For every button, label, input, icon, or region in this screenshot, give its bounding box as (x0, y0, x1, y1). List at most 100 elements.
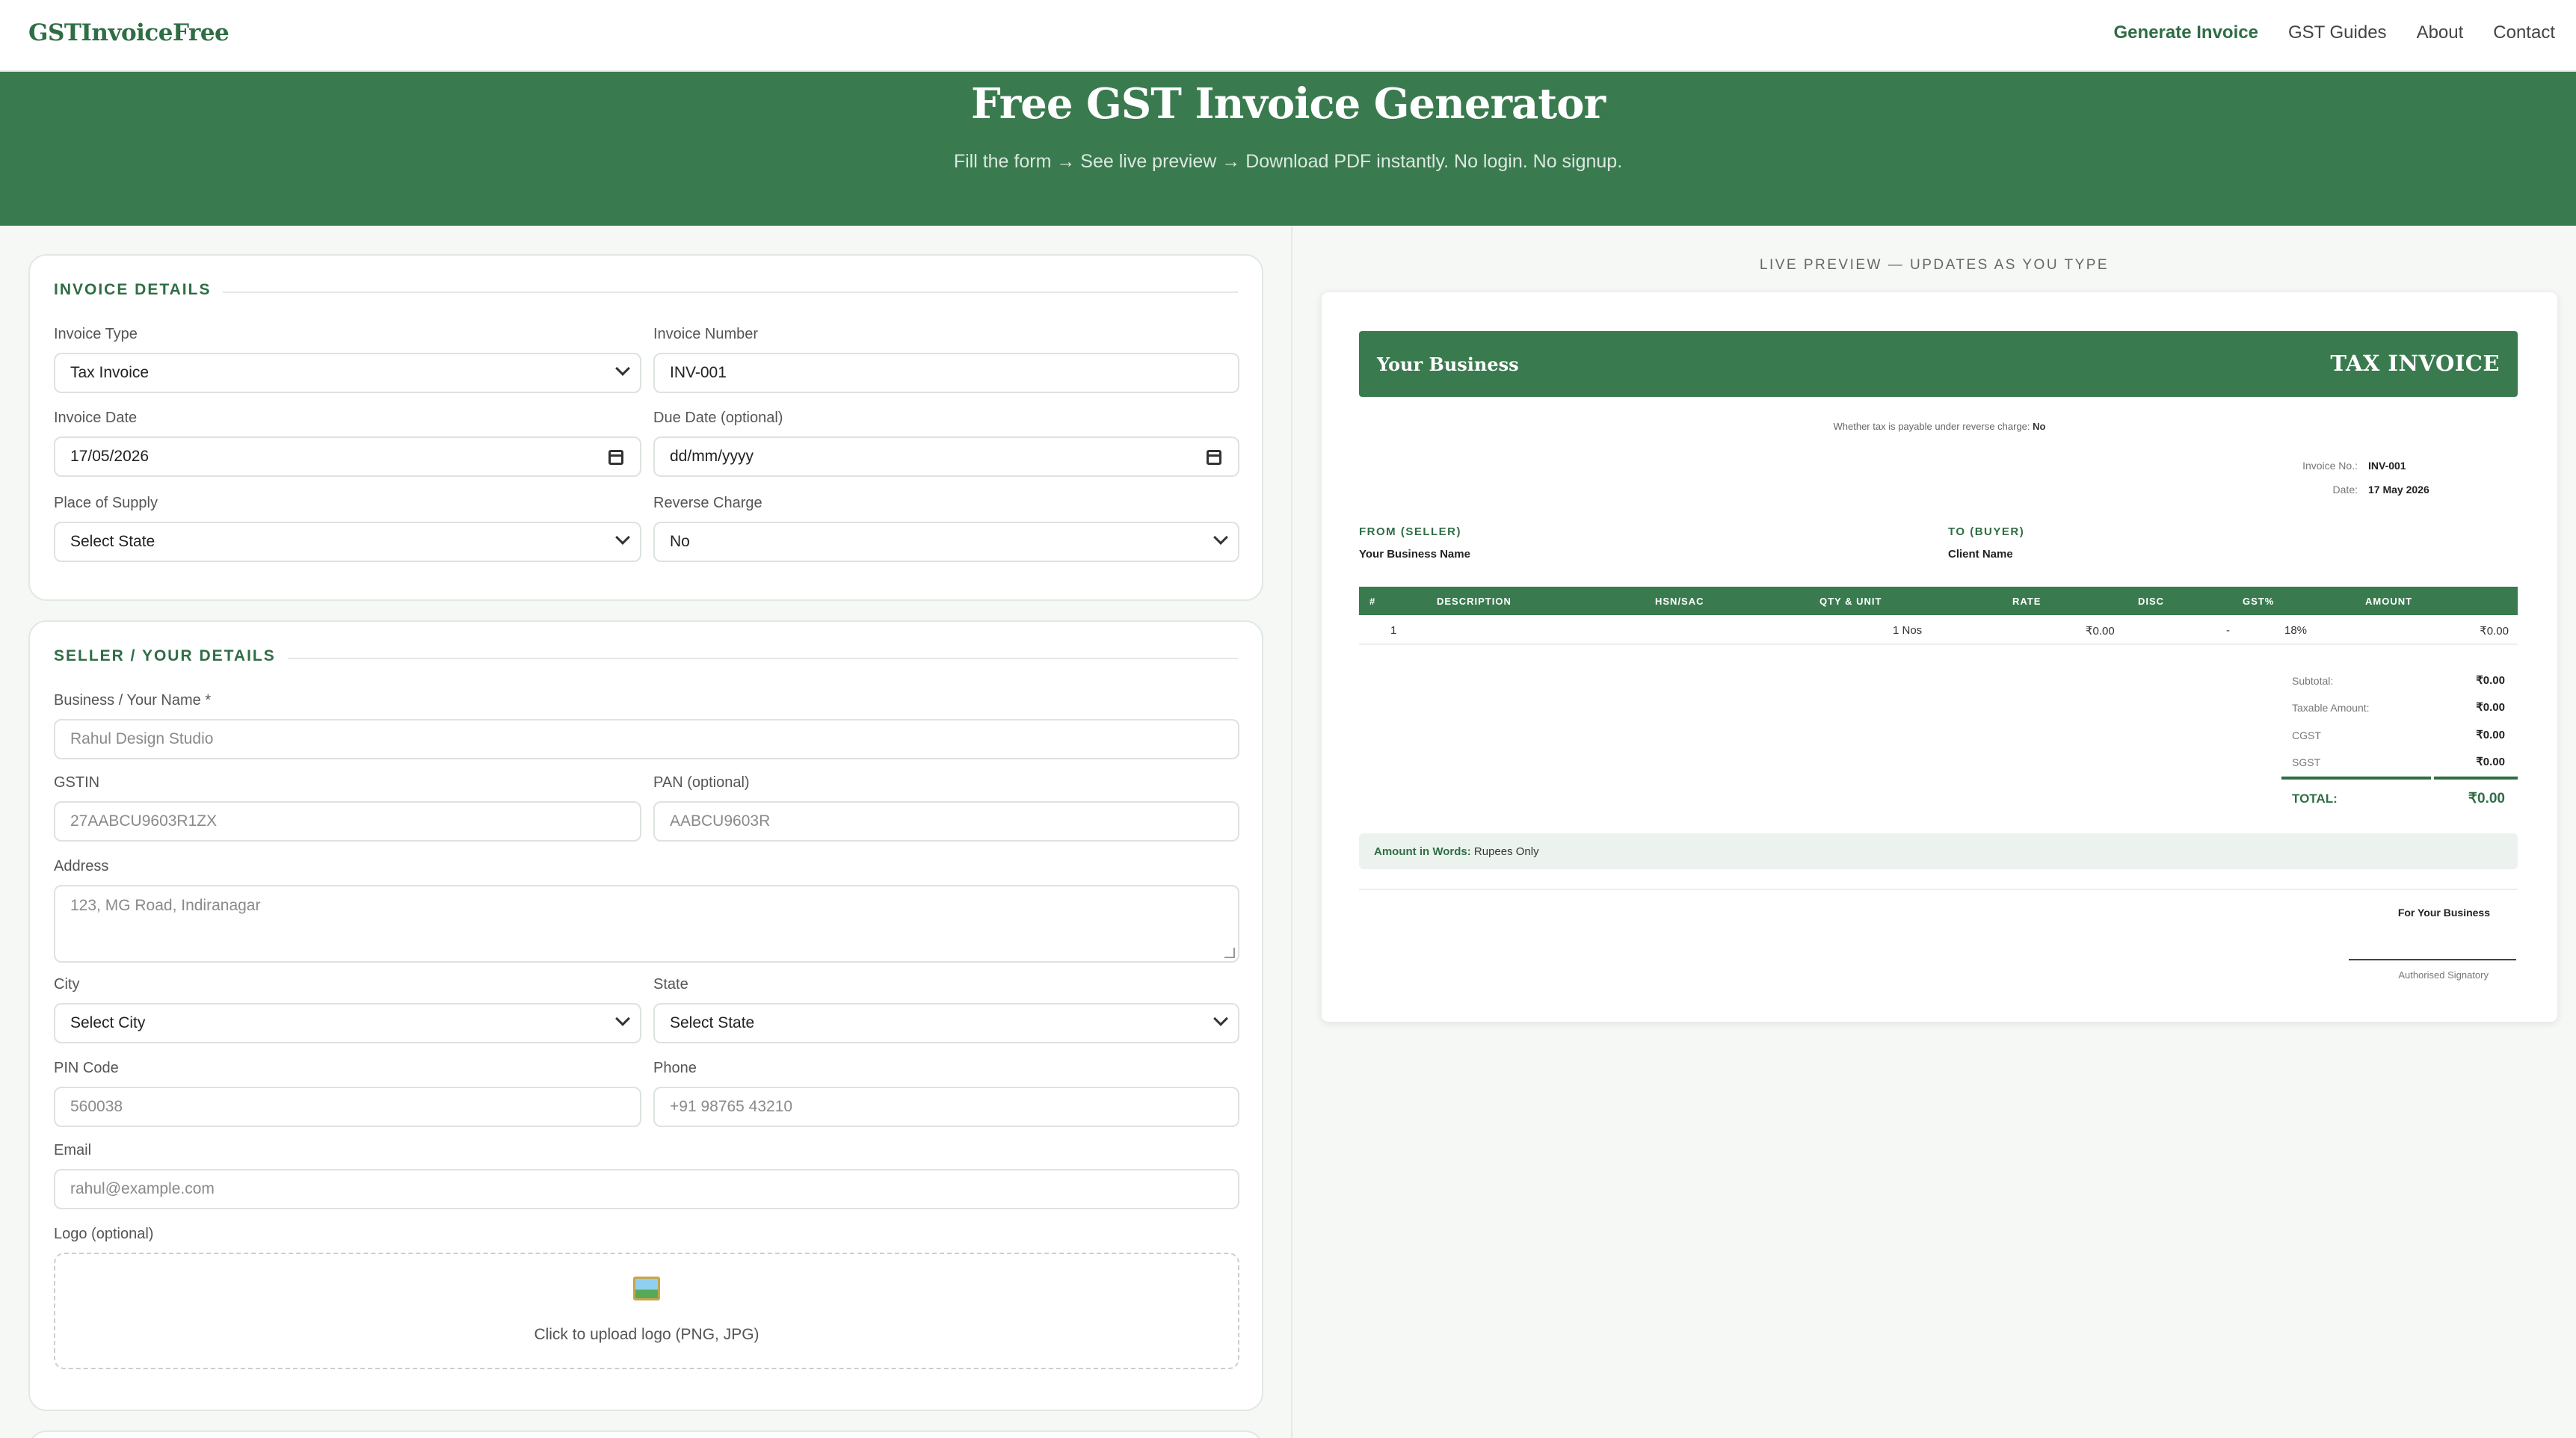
nav-links: Generate Invoice GST Guides About Contac… (2114, 22, 2555, 43)
address-placeholder: 123, MG Road, Indiranagar (70, 897, 261, 914)
for-business-text: For Your Business (2397, 907, 2490, 919)
cgst-value: ₹0.00 (2476, 729, 2505, 741)
amount-in-words-value: Rupees Only (1473, 845, 1539, 858)
place-of-supply-value: Select State (70, 533, 155, 550)
subtotal-label: Subtotal: (2292, 675, 2334, 687)
state-label: State (653, 976, 688, 993)
invoice-no-label: Invoice No.: (2302, 460, 2358, 472)
invoice-details-card: INVOICE DETAILS Invoice Type Tax Invoice… (28, 254, 1263, 601)
nav-gst-guides[interactable]: GST Guides (2288, 22, 2387, 43)
row-disc: - (2226, 624, 2230, 637)
col-num: # (1369, 596, 1376, 607)
invoice-details-title: INVOICE DETAILS (54, 281, 224, 299)
subtotal-value: ₹0.00 (2476, 674, 2505, 687)
calendar-icon[interactable] (608, 450, 623, 465)
hero-banner: Free GST Invoice Generator Fill the form… (0, 72, 2576, 226)
upload-hint: Click to upload logo (PNG, JPG) (534, 1326, 759, 1343)
preview-business-name: Your Business (1377, 354, 1519, 375)
invoice-header: Your Business TAX INVOICE (1359, 331, 2518, 397)
phone-label: Phone (653, 1060, 697, 1076)
business-name-label: Business / Your Name * (54, 692, 212, 709)
due-date-input[interactable]: dd/mm/yyyy (653, 436, 1239, 477)
invoice-number-input[interactable]: INV-001 (653, 353, 1239, 393)
top-nav: GSTInvoiceFree Generate Invoice GST Guid… (0, 0, 2576, 72)
seller-details-card: SELLER / YOUR DETAILS Business / Your Na… (28, 620, 1263, 1411)
date-value: 17 May 2026 (2368, 484, 2429, 496)
next-section-card (28, 1431, 1263, 1438)
chevron-down-icon (1213, 530, 1228, 545)
row-gst: 18% (2284, 624, 2308, 637)
pin-code-label: PIN Code (54, 1060, 119, 1076)
row-qty: 1 Nos (1893, 624, 1923, 637)
cgst-label: CGST (2292, 729, 2321, 741)
email-input[interactable]: rahul@example.com (54, 1169, 1239, 1209)
chevron-down-icon (1213, 1011, 1228, 1026)
invoice-date-input[interactable]: 17/05/2026 (54, 436, 641, 477)
row-rate: ₹0.00 (2086, 625, 2115, 638)
invoice-type-label: Invoice Type (54, 326, 138, 342)
from-seller-name: Your Business Name (1359, 548, 1470, 561)
logo-label: Logo (optional) (54, 1226, 154, 1242)
col-disc: DISC (2138, 596, 2165, 607)
preview-label: LIVE PREVIEW — UPDATES AS YOU TYPE (1759, 257, 2110, 273)
reverse-charge-note: Whether tax is payable under reverse cha… (1322, 421, 2557, 432)
state-select[interactable]: Select State (653, 1003, 1239, 1043)
hero-subtitle: Fill the form → See live preview → Downl… (953, 151, 1623, 172)
col-qty: QTY & UNIT (1819, 596, 1882, 607)
hero-title: Free GST Invoice Generator (970, 79, 1606, 129)
address-textarea[interactable]: 123, MG Road, Indiranagar (54, 885, 1239, 963)
from-seller-title: FROM (SELLER) (1359, 525, 1461, 538)
invoice-number-label: Invoice Number (653, 326, 759, 342)
col-rate: RATE (2012, 596, 2042, 607)
calendar-icon[interactable] (1207, 450, 1221, 465)
phone-input[interactable]: +91 98765 43210 (653, 1087, 1239, 1127)
gstin-label: GSTIN (54, 774, 100, 791)
image-icon (633, 1277, 660, 1300)
preview-doc-type: TAX INVOICE (2330, 351, 2500, 376)
place-of-supply-label: Place of Supply (54, 495, 158, 511)
city-select[interactable]: Select City (54, 1003, 641, 1043)
address-label: Address (54, 858, 109, 874)
invoice-type-select[interactable]: Tax Invoice (54, 353, 641, 393)
total-divider (2281, 777, 2518, 780)
email-label: Email (54, 1142, 92, 1158)
reverse-charge-label: Reverse Charge (653, 495, 762, 511)
pan-label: PAN (optional) (653, 774, 750, 791)
nav-about[interactable]: About (2417, 22, 2464, 43)
col-amount: AMOUNT (2365, 596, 2413, 607)
col-hsn: HSN/SAC (1655, 596, 1704, 607)
invoice-no-value: INV-001 (2368, 460, 2406, 472)
row-amount: ₹0.00 (2480, 625, 2509, 638)
reverse-charge-select[interactable]: No (653, 522, 1239, 562)
resize-handle-icon[interactable] (1224, 948, 1235, 958)
col-gst: GST% (2243, 596, 2275, 607)
section-divider (54, 291, 1238, 293)
amount-in-words-label: Amount in Words: (1374, 845, 1471, 858)
total-value: ₹0.00 (2468, 791, 2505, 806)
site-logo[interactable]: GSTInvoiceFree (28, 19, 229, 46)
due-date-label: Due Date (optional) (653, 410, 783, 426)
row-num: 1 (1390, 624, 1397, 637)
chevron-down-icon (615, 530, 630, 545)
reverse-charge-note-text: Whether tax is payable under reverse cha… (1833, 421, 2030, 432)
amount-in-words: Amount in Words: Rupees Only (1359, 833, 2518, 869)
business-name-input[interactable]: Rahul Design Studio (54, 719, 1239, 759)
due-date-placeholder: dd/mm/yyyy (670, 448, 754, 465)
sgst-value: ₹0.00 (2476, 756, 2505, 768)
nav-contact[interactable]: Contact (2493, 22, 2555, 43)
items-table-header: # DESCRIPTION HSN/SAC QTY & UNIT RATE DI… (1359, 587, 2518, 615)
gstin-input[interactable]: 27AABCU9603R1ZX (54, 801, 641, 842)
pan-input[interactable]: AABCU9603R (653, 801, 1239, 842)
pin-code-input[interactable]: 560038 (54, 1087, 641, 1127)
chevron-down-icon (615, 361, 630, 376)
logo-upload-dropzone[interactable]: Click to upload logo (PNG, JPG) (54, 1253, 1239, 1369)
taxable-label: Taxable Amount: (2292, 702, 2370, 714)
nav-generate-invoice[interactable]: Generate Invoice (2114, 22, 2258, 43)
city-label: City (54, 976, 80, 993)
invoice-preview: Your Business TAX INVOICE Whether tax is… (1321, 291, 2558, 1022)
place-of-supply-select[interactable]: Select State (54, 522, 641, 562)
reverse-charge-note-value: No (2033, 421, 2046, 432)
sgst-label: SGST (2292, 756, 2321, 768)
chevron-down-icon (615, 1011, 630, 1026)
invoice-date-label: Invoice Date (54, 410, 138, 426)
